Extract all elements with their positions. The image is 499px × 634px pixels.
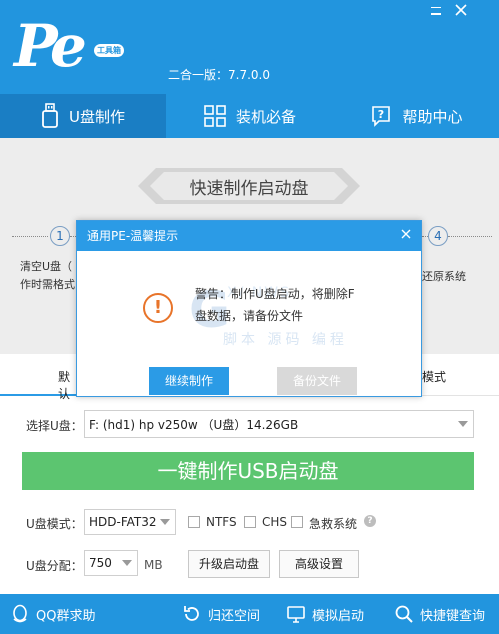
footer-label: QQ群求助 [36, 608, 96, 624]
upgrade-boot-disk-button[interactable]: 升级启动盘 [188, 550, 270, 578]
main-nav: U盘制作 装机必备 ? 帮助中心 [0, 94, 499, 138]
dialog-message: 警告：制作U盘启动，将删除F 盘数据，请备份文件 [195, 283, 395, 327]
usb-alloc-value: 750 [89, 556, 112, 570]
usb-alloc-label: U盘分配： [26, 559, 83, 573]
svg-text:?: ? [378, 108, 384, 121]
usb-mode-label: U盘模式： [26, 517, 83, 531]
tab-usb-make[interactable]: U盘制作 [0, 94, 166, 138]
banner-ribbon: 快速制作启动盘 [138, 168, 360, 204]
tab-label: 帮助中心 [402, 107, 463, 126]
watermark-text: 脚本 源码 编程 [223, 332, 348, 348]
close-button[interactable] [452, 4, 470, 20]
dialog-title: 通用PE-温馨提示 [77, 221, 421, 251]
warning-dialog: 通用PE-温馨提示 G X/ NWS 脚本 源码 编程 ! 警告：制作U盘启动，… [76, 220, 422, 397]
logo-badge: 工具箱 [94, 44, 124, 57]
restore-space-link[interactable]: 归还空间 [182, 594, 260, 634]
tab-default-mode[interactable]: 默认 [0, 354, 76, 401]
tab-label: 默认 [58, 370, 71, 401]
help-tooltip-icon[interactable]: ? [364, 515, 376, 527]
monitor-icon [287, 606, 305, 623]
close-icon [401, 229, 411, 239]
tab-help-center[interactable]: ? 帮助中心 [334, 94, 499, 138]
warning-icon: ! [143, 293, 173, 323]
banner-title: 快速制作启动盘 [189, 178, 309, 199]
ntfs-label: NTFS [206, 515, 237, 529]
chs-checkbox[interactable] [244, 516, 256, 528]
dialog-close-button[interactable] [399, 228, 413, 242]
usb-drive-icon [42, 103, 58, 128]
footer-label: 归还空间 [208, 608, 261, 624]
minimize-button[interactable] [427, 4, 445, 20]
chevron-down-icon [122, 560, 132, 566]
chevron-down-icon [160, 519, 170, 525]
alloc-unit-label: MB [144, 558, 163, 572]
simulate-boot-link[interactable]: 模拟启动 [286, 594, 364, 634]
continue-make-button[interactable]: 继续制作 [149, 367, 229, 395]
step-1-text-line2: 作时需格式 [20, 278, 75, 291]
chs-label: CHS [262, 515, 288, 529]
dialog-message-line1: 警告：制作U盘启动，将删除F [195, 287, 355, 301]
usb-mode-select[interactable]: HDD-FAT32 [84, 509, 176, 535]
tab-other-mode[interactable]: 模式 [422, 368, 446, 385]
footer-label: 模拟启动 [312, 608, 365, 624]
usb-drive-select[interactable]: F: (hd1) hp v250w （U盘）14.26GB [84, 410, 474, 438]
logo-text: Pe [14, 12, 87, 80]
ntfs-checkbox[interactable] [188, 516, 200, 528]
rescue-system-label: 急救系统 [309, 517, 358, 531]
grid-apps-icon [204, 105, 226, 127]
step-number-4: 4 [428, 226, 448, 246]
usb-alloc-select[interactable]: 750 [84, 550, 138, 576]
make-bootable-usb-button[interactable]: 一键制作USB启动盘 [22, 452, 474, 490]
usb-mode-value: HDD-FAT32 [89, 515, 157, 529]
step-connector [12, 236, 48, 237]
dialog-message-line2: 盘数据，请备份文件 [195, 309, 304, 323]
step-number-1: 1 [50, 226, 70, 246]
backup-files-button[interactable]: 备份文件 [277, 367, 357, 395]
step-1-text-line1: 清空U盘（ [20, 260, 73, 273]
shortcut-query-link[interactable]: 快捷键查询 [394, 594, 485, 634]
minimize-icon [431, 7, 441, 15]
close-icon [455, 4, 467, 16]
usb-drive-value: F: (hd1) hp v250w （U盘）14.26GB [89, 417, 299, 432]
help-icon: ? [372, 106, 391, 127]
chevron-down-icon [458, 421, 468, 427]
tab-label: U盘制作 [69, 107, 125, 126]
version-label: 二合一版：7.7.0.0 [168, 68, 270, 82]
qq-icon [13, 604, 27, 623]
search-icon [395, 605, 413, 623]
step-4-text: 还原系统 [422, 270, 466, 283]
footer-bar: QQ群求助 归还空间 模拟启动 快捷键查询 [0, 594, 499, 634]
footer-label: 快捷键查询 [420, 608, 486, 624]
qq-group-help-link[interactable]: QQ群求助 [10, 594, 95, 634]
tab-label: 装机必备 [235, 107, 296, 126]
rescue-system-checkbox[interactable] [291, 516, 303, 528]
advanced-settings-button[interactable]: 高级设置 [279, 550, 359, 578]
usb-select-label: 选择U盘： [26, 419, 83, 433]
app-header: Pe 工具箱 二合一版：7.7.0.0 [0, 0, 499, 94]
app-logo: Pe 工具箱 [14, 12, 124, 84]
step-connector [448, 236, 492, 237]
restore-icon [184, 606, 199, 621]
tab-install-essentials[interactable]: 装机必备 [166, 94, 334, 138]
